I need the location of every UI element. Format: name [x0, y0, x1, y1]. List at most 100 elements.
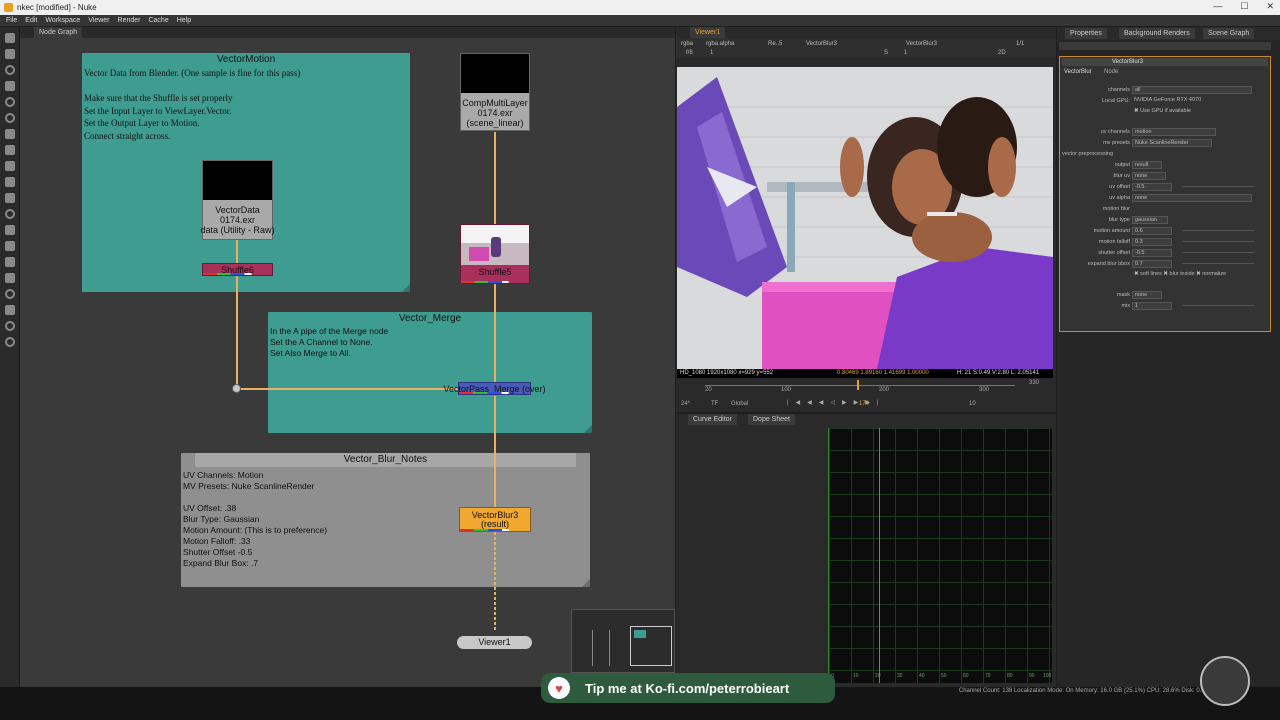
- backdrop-vector-merge[interactable]: Vector_Merge In the A pipe of the Merge …: [268, 312, 592, 433]
- uv-offset-field[interactable]: -0.5: [1132, 183, 1172, 191]
- close-button[interactable]: ✕: [1266, 1, 1274, 12]
- alpha-select[interactable]: rgba.alpha: [706, 41, 734, 47]
- motion-amount-field[interactable]: 0.6: [1132, 227, 1172, 235]
- expand-bbox-field[interactable]: 0.7: [1132, 260, 1172, 268]
- tab-viewer1[interactable]: Viewer1: [690, 27, 726, 38]
- mask-select[interactable]: none: [1132, 291, 1162, 299]
- expand-bbox-slider[interactable]: [1182, 263, 1254, 264]
- toolsets-tool-icon[interactable]: [4, 289, 15, 299]
- prop-blur-options[interactable]: ✖ soft lines ✖ blur inside ✖ normalize: [1060, 270, 1270, 280]
- motion-falloff-field[interactable]: 0.3: [1132, 238, 1172, 246]
- menu-file[interactable]: File: [6, 17, 17, 24]
- metadata-tool-icon[interactable]: [4, 209, 15, 219]
- input-b-select[interactable]: VectorBlur3: [906, 41, 937, 47]
- minimize-button[interactable]: —: [1213, 1, 1222, 12]
- shutter-offset-field[interactable]: -0.5: [1132, 249, 1172, 257]
- timeline[interactable]: 20 100 200 300 330 24* TF Global 174 10 …: [677, 378, 1053, 412]
- blur-options-checkboxes[interactable]: ✖ soft lines ✖ blur inside ✖ normalize: [1132, 271, 1262, 279]
- time-tool-icon[interactable]: [4, 65, 15, 75]
- image-tool-icon[interactable]: [4, 33, 15, 43]
- particles-tool-icon[interactable]: [4, 225, 15, 235]
- mix-slider[interactable]: [1182, 305, 1254, 306]
- fps-field[interactable]: 24*: [681, 401, 690, 407]
- menu-cache[interactable]: Cache: [148, 17, 168, 24]
- channels-select[interactable]: rgba: [681, 41, 693, 47]
- channels-select[interactable]: all: [1132, 86, 1252, 94]
- compare-select[interactable]: Re..5: [768, 41, 782, 47]
- 3d-tool-icon[interactable]: [4, 177, 15, 187]
- frame-range-end[interactable]: 330: [1029, 380, 1039, 386]
- input-a-select[interactable]: VectorBlur3: [806, 41, 837, 47]
- merge-node[interactable]: VectorPass_Merge (over): [443, 382, 546, 395]
- zoom-select[interactable]: 1/1: [1016, 41, 1024, 47]
- prop-use-gpu[interactable]: ✖ Use GPU if available: [1060, 107, 1270, 117]
- backdrop-resize-handle[interactable]: [582, 579, 590, 587]
- read-node-compmultilayer[interactable]: CompMultiLayer 0174.exr (scene_linear): [460, 53, 530, 131]
- tab-node-graph[interactable]: Node Graph: [34, 27, 83, 38]
- read-node-vectordata[interactable]: VectorData 0174.exr data (Utility - Raw): [200, 160, 275, 240]
- shuffle-node-5[interactable]: Shuffle5: [460, 224, 530, 284]
- merge-tool-icon[interactable]: [4, 145, 15, 155]
- mv-presets-select[interactable]: Nuke ScanlineRender: [1132, 139, 1212, 147]
- node-name-field[interactable]: VectorBlur3: [1062, 58, 1268, 66]
- tab-background-renders[interactable]: Background Renders: [1119, 28, 1195, 39]
- views-tool-icon[interactable]: [4, 193, 15, 203]
- use-gpu-checkbox[interactable]: ✖ Use GPU if available: [1132, 108, 1252, 116]
- backdrop-resize-handle[interactable]: [584, 425, 592, 433]
- transform-tool-icon[interactable]: [4, 161, 15, 171]
- cara-tool-icon[interactable]: [4, 321, 15, 331]
- viewer-image[interactable]: [677, 67, 1053, 369]
- shutter-offset-slider[interactable]: [1182, 252, 1254, 253]
- menu-workspace[interactable]: Workspace: [45, 17, 80, 24]
- motion-amount-slider[interactable]: [1182, 230, 1254, 231]
- menu-render[interactable]: Render: [118, 17, 141, 24]
- tab-curve-editor[interactable]: Curve Editor: [688, 414, 737, 425]
- keyer-tool-icon[interactable]: [4, 129, 15, 139]
- backdrop-resize-handle[interactable]: [402, 284, 410, 292]
- tab-node[interactable]: Node: [1104, 69, 1118, 75]
- tf-toggle[interactable]: TF: [711, 401, 718, 407]
- ocio-tool-icon[interactable]: [4, 305, 15, 315]
- maximize-button[interactable]: ☐: [1240, 1, 1248, 12]
- gizmo-tool-icon[interactable]: [4, 337, 15, 347]
- kofi-banner[interactable]: ♥ Tip me at Ko-fi.com/peterrobieart: [541, 673, 835, 703]
- shuffle-node-6[interactable]: Shuffle6: [202, 263, 273, 276]
- timeline-track[interactable]: [705, 385, 1015, 386]
- menu-help[interactable]: Help: [177, 17, 191, 24]
- tab-dope-sheet[interactable]: Dope Sheet: [748, 414, 795, 425]
- blur-uv-select[interactable]: none: [1132, 172, 1166, 180]
- deep-tool-icon[interactable]: [4, 241, 15, 251]
- uv-alpha-select[interactable]: none: [1132, 194, 1252, 202]
- draw-tool-icon[interactable]: [4, 49, 15, 59]
- curve-graph[interactable]: 0 10 20 30 40 50 60 70 80 90 100: [828, 428, 1052, 683]
- other-tool-icon[interactable]: [4, 257, 15, 267]
- node-graph-minimap[interactable]: [571, 609, 675, 673]
- mix-field[interactable]: 1: [1132, 302, 1172, 310]
- color-tool-icon[interactable]: [4, 97, 15, 107]
- fstop-field[interactable]: f/8: [686, 50, 693, 56]
- menu-viewer[interactable]: Viewer: [88, 17, 109, 24]
- uv-channels-select[interactable]: motion: [1132, 128, 1216, 136]
- playback-controls-icon[interactable]: |◀◀◀◁▶▶▶|: [787, 399, 885, 406]
- node-graph[interactable]: VectorMotion Vector Data from Blender. (…: [20, 38, 675, 687]
- blur-type-select[interactable]: gaussian: [1132, 216, 1168, 224]
- furnace-tool-icon[interactable]: [4, 273, 15, 283]
- gain-field[interactable]: 1: [710, 50, 713, 56]
- output-select[interactable]: result: [1132, 161, 1162, 169]
- dot-node[interactable]: [232, 384, 241, 393]
- tab-properties[interactable]: Properties: [1065, 28, 1107, 39]
- motion-falloff-slider[interactable]: [1182, 241, 1254, 242]
- tab-vectorblur[interactable]: VectorBlur: [1064, 69, 1092, 75]
- playhead[interactable]: [857, 380, 859, 390]
- viewer-node[interactable]: Viewer1: [457, 636, 532, 649]
- frame-step-field[interactable]: 10: [969, 401, 976, 407]
- gamma-field[interactable]: 1: [904, 50, 907, 56]
- channel-tool-icon[interactable]: [4, 81, 15, 91]
- vectorblur-node[interactable]: VectorBlur3 (result): [459, 507, 531, 532]
- uv-offset-slider[interactable]: [1182, 186, 1254, 187]
- tab-scene-graph[interactable]: Scene Graph: [1203, 28, 1255, 39]
- view-mode-select[interactable]: 2D: [998, 50, 1006, 56]
- menu-edit[interactable]: Edit: [25, 17, 37, 24]
- range-select[interactable]: Global: [731, 401, 748, 407]
- filter-tool-icon[interactable]: [4, 113, 15, 123]
